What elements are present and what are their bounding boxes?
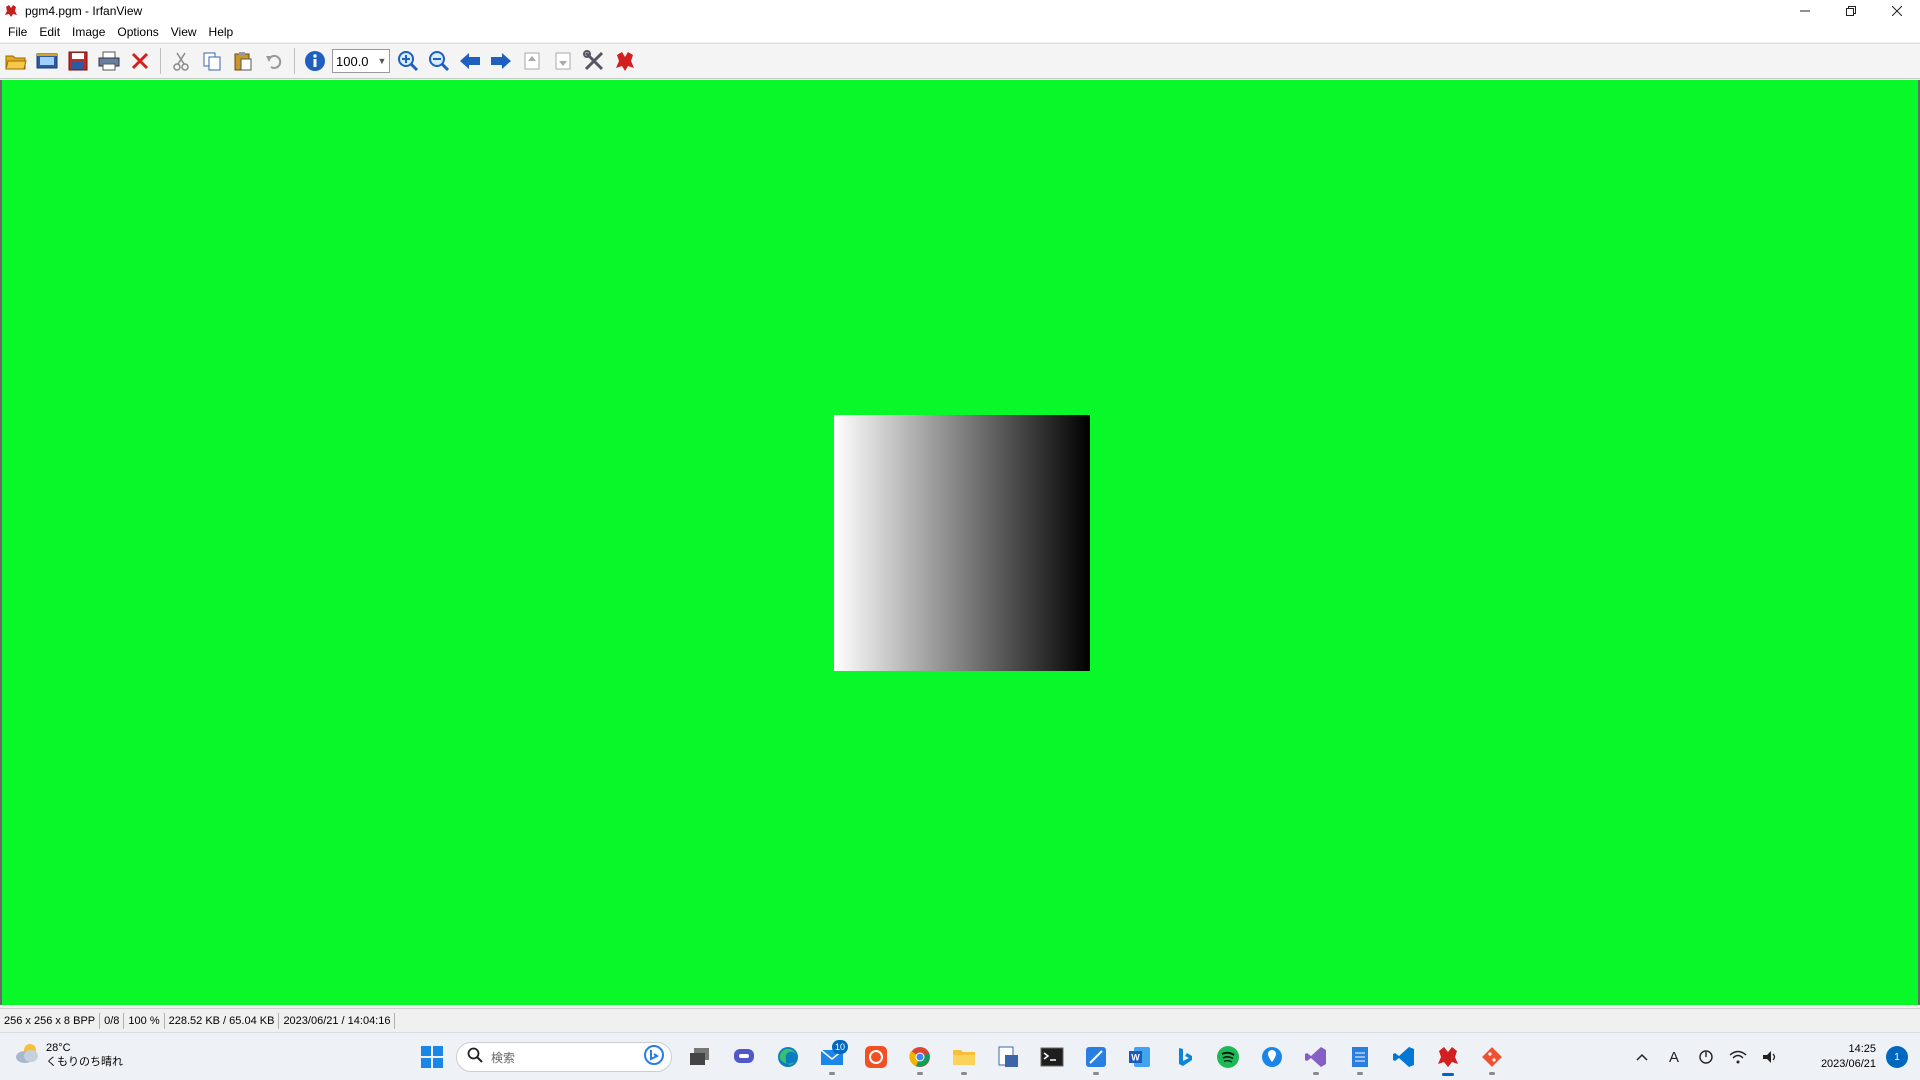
cloudy-weather-icon	[14, 1042, 40, 1069]
taskbar-search[interactable]: 検索	[456, 1042, 672, 1072]
bing-icon[interactable]	[1164, 1037, 1204, 1077]
app-printer-icon[interactable]	[988, 1037, 1028, 1077]
last-page-icon[interactable]	[549, 47, 577, 75]
close-icon[interactable]	[1874, 0, 1920, 22]
status-file-size: 228.52 KB / 65.04 KB	[165, 1012, 280, 1029]
menu-image[interactable]: Image	[66, 22, 111, 42]
window-title: pgm4.pgm - IrfanView	[25, 4, 143, 18]
status-file-index: 0/8	[100, 1012, 125, 1029]
spotify-icon[interactable]	[1208, 1037, 1248, 1077]
open-folder-icon[interactable]	[2, 47, 30, 75]
menu-edit[interactable]: Edit	[33, 22, 66, 42]
taskbar-clock[interactable]: 14:25 2023/06/21	[1786, 1042, 1876, 1072]
taskbar-apps: 検索 10 W	[412, 1037, 1516, 1077]
menu-file[interactable]: File	[2, 22, 33, 42]
weather-description: くもりのち晴れ	[46, 1056, 123, 1068]
app-orange-icon[interactable]	[856, 1037, 896, 1077]
save-icon[interactable]	[64, 47, 92, 75]
edge-icon[interactable]	[768, 1037, 808, 1077]
search-placeholder: 検索	[491, 1050, 516, 1065]
settings-icon[interactable]	[580, 47, 608, 75]
zoom-in-icon[interactable]	[394, 47, 422, 75]
visual-studio-icon[interactable]	[1296, 1037, 1336, 1077]
speaker-icon[interactable]	[1754, 1037, 1786, 1077]
first-page-icon[interactable]	[518, 47, 546, 75]
grayscale-gradient-image	[834, 415, 1090, 671]
app-blue-icon[interactable]	[1076, 1037, 1116, 1077]
chrome-icon[interactable]	[900, 1037, 940, 1077]
window-controls	[1782, 0, 1920, 22]
paste-icon[interactable]	[229, 47, 257, 75]
minimize-icon[interactable]	[1782, 0, 1828, 22]
git-icon[interactable]	[1472, 1037, 1512, 1077]
notification-badge[interactable]: 1	[1886, 1046, 1908, 1068]
vscode-icon[interactable]	[1384, 1037, 1424, 1077]
bing-chat-icon[interactable]	[643, 1044, 665, 1071]
restore-icon[interactable]	[1828, 0, 1874, 22]
task-view-icon[interactable]	[680, 1037, 720, 1077]
chevron-up-icon[interactable]	[1626, 1037, 1658, 1077]
toolbar-separator	[160, 48, 161, 74]
print-icon[interactable]	[95, 47, 123, 75]
zoom-out-icon[interactable]	[425, 47, 453, 75]
svg-text:W: W	[1131, 1053, 1140, 1063]
irfanview-cat-icon[interactable]	[3, 3, 19, 19]
mail-icon[interactable]: 10	[812, 1037, 852, 1077]
image-canvas[interactable]	[0, 80, 1920, 1005]
menu-options[interactable]: Options	[111, 22, 164, 42]
toolbar: 100.0 ▼	[0, 43, 1920, 79]
info-icon[interactable]	[301, 47, 329, 75]
irfanview-window: pgm4.pgm - IrfanView File Edit Image Opt…	[0, 0, 1920, 1080]
undo-icon[interactable]	[260, 47, 288, 75]
ime-indicator[interactable]: A	[1658, 1037, 1690, 1077]
slideshow-icon[interactable]	[33, 47, 61, 75]
menu-view[interactable]: View	[165, 22, 203, 42]
irfanview-taskbar-icon[interactable]	[1428, 1037, 1468, 1077]
zoom-value[interactable]: 100.0	[333, 54, 375, 69]
chevron-down-icon[interactable]: ▼	[375, 56, 389, 66]
sync-icon[interactable]	[1690, 1037, 1722, 1077]
next-icon[interactable]	[487, 47, 515, 75]
status-dimensions: 256 x 256 x 8 BPP	[0, 1012, 101, 1029]
cut-icon[interactable]	[167, 47, 195, 75]
mail-unread-badge: 10	[832, 1040, 848, 1054]
weather-widget[interactable]: 28°C くもりのち晴れ	[14, 1041, 123, 1069]
title-bar: pgm4.pgm - IrfanView	[0, 0, 1920, 22]
wifi-icon[interactable]	[1722, 1037, 1754, 1077]
clock-date: 2023/06/21	[1820, 1058, 1876, 1070]
weather-temperature: 28°C	[46, 1042, 71, 1054]
taskbar: 28°C くもりのち晴れ 検索 10 W A 14:25 2023/06/21 …	[0, 1032, 1920, 1080]
menu-bar: File Edit Image Options View Help	[0, 22, 1920, 42]
windows-start-icon[interactable]	[412, 1037, 452, 1077]
previous-icon[interactable]	[456, 47, 484, 75]
notepad-icon[interactable]	[1340, 1037, 1380, 1077]
system-tray: A 14:25 2023/06/21 1	[1626, 1033, 1920, 1080]
status-zoom: 100 %	[124, 1012, 165, 1029]
zoom-combobox[interactable]: 100.0 ▼	[332, 49, 390, 73]
word-icon[interactable]: W	[1120, 1037, 1160, 1077]
irfanview-icon[interactable]	[611, 47, 639, 75]
clock-time: 14:25	[1848, 1043, 1876, 1055]
maps-icon[interactable]	[1252, 1037, 1292, 1077]
file-explorer-icon[interactable]	[944, 1037, 984, 1077]
toolbar-separator	[294, 48, 295, 74]
delete-icon[interactable]	[126, 47, 154, 75]
copy-icon[interactable]	[198, 47, 226, 75]
teams-chat-icon[interactable]	[724, 1037, 764, 1077]
menu-help[interactable]: Help	[203, 22, 240, 42]
status-datetime: 2023/06/21 / 14:04:16	[279, 1012, 396, 1029]
status-bar: 256 x 256 x 8 BPP 0/8 100 % 228.52 KB / …	[0, 1008, 1920, 1032]
terminal-icon[interactable]	[1032, 1037, 1072, 1077]
search-icon	[467, 1047, 483, 1068]
